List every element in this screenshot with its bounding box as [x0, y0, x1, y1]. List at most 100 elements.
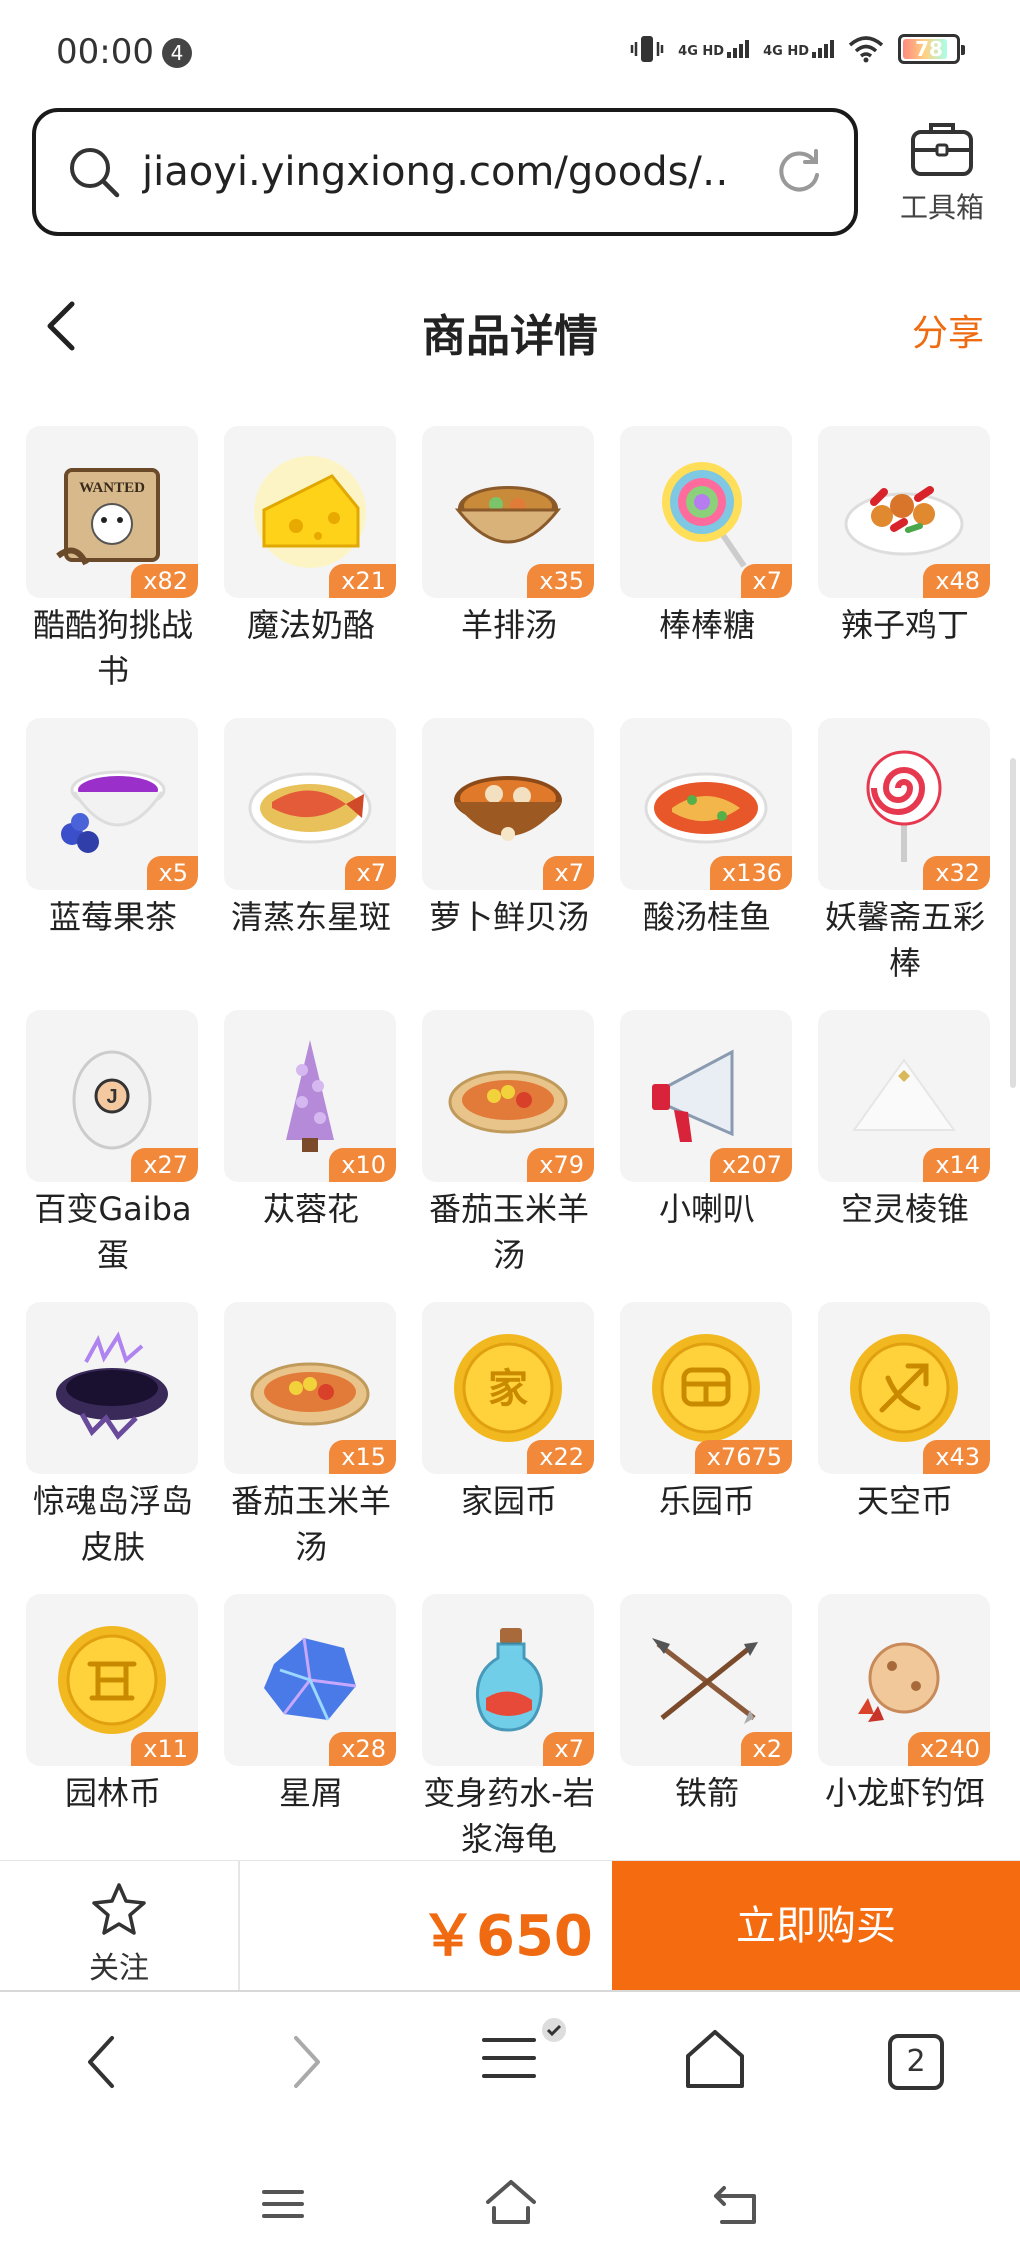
quantity-badge: x7 [542, 856, 594, 890]
item-card[interactable]: x240 小龙虾钓饵 [818, 1594, 992, 1816]
item-card[interactable]: x7 棒棒糖 [620, 426, 794, 648]
item-card[interactable]: x14 空灵棱锥 [818, 1010, 992, 1232]
item-thumbnail[interactable]: x14 [818, 1010, 990, 1182]
item-thumbnail[interactable]: x240 [818, 1594, 990, 1766]
quantity-badge: x79 [527, 1148, 594, 1182]
item-name: 铁箭 [674, 1774, 739, 1812]
item-card[interactable]: x2 铁箭 [620, 1594, 794, 1816]
quantity-badge: x27 [131, 1148, 198, 1182]
item-name: 番茄玉米羊汤 [230, 1482, 391, 1566]
system-home-icon[interactable] [484, 2178, 538, 2226]
item-card[interactable]: x7 萝卜鲜贝汤 [422, 718, 596, 940]
url-text[interactable]: jiaoyi.yingxiong.com/goods/… [142, 149, 732, 195]
item-card[interactable]: 惊魂岛浮岛皮肤 [26, 1302, 200, 1570]
vibrate-icon [630, 36, 664, 62]
item-name: 蓝莓果茶 [48, 898, 177, 936]
item-thumbnail[interactable]: x11 [26, 1594, 198, 1766]
battery-icon: 78 [898, 34, 965, 64]
item-thumbnail[interactable]: x2 [620, 1594, 792, 1766]
item-name: 天空币 [856, 1482, 953, 1520]
item-thumbnail[interactable]: x32 [818, 718, 990, 890]
quantity-badge: x207 [709, 1148, 792, 1182]
item-thumbnail[interactable]: x7675 [620, 1302, 792, 1474]
scrollbar[interactable] [1010, 758, 1016, 1088]
cheese-icon [254, 456, 366, 568]
system-back-icon[interactable] [710, 2184, 760, 2228]
item-thumbnail[interactable]: x28 [224, 1594, 396, 1766]
item-thumbnail[interactable]: x43 [818, 1302, 990, 1474]
item-card[interactable]: x15 番茄玉米羊汤 [224, 1302, 398, 1570]
item-thumbnail[interactable]: x21 [224, 426, 396, 598]
reload-icon[interactable] [774, 147, 824, 197]
item-card[interactable]: x43 天空币 [818, 1302, 992, 1524]
wanted-scroll-icon: WANTED [56, 468, 160, 566]
item-card[interactable]: x79 番茄玉米羊汤 [422, 1010, 596, 1278]
quantity-badge: x5 [146, 856, 198, 890]
toolbox-button[interactable]: 工具箱 [892, 118, 992, 226]
item-name: 家园币 [460, 1482, 557, 1520]
item-card[interactable]: x5 蓝莓果茶 [26, 718, 200, 940]
address-bar[interactable]: jiaoyi.yingxiong.com/goods/… [32, 108, 858, 236]
item-thumbnail[interactable]: x35 [422, 426, 594, 598]
iron-arrows-icon [652, 1638, 758, 1724]
item-thumbnail[interactable]: x7 [620, 426, 792, 598]
item-thumbnail[interactable]: x7 [224, 718, 396, 890]
follow-button[interactable]: 关注 [0, 1861, 240, 1991]
menu-icon[interactable] [480, 2018, 566, 2094]
item-thumbnail[interactable]: x10 [224, 1010, 396, 1182]
item-card[interactable]: 家 x22 家园币 [422, 1302, 596, 1524]
quantity-badge: x11 [131, 1732, 198, 1766]
item-card[interactable]: x7 变身药水-岩浆海龟 [422, 1594, 596, 1860]
item-thumbnail[interactable]: x79 [422, 1010, 594, 1182]
page-header: 商品详情 分享 [0, 270, 1020, 380]
item-name: 萝卜鲜贝汤 [428, 898, 589, 936]
blueberry-tea-icon [61, 770, 166, 853]
follow-label: 关注 [89, 1951, 149, 1986]
item-card[interactable]: x35 羊排汤 [422, 426, 596, 648]
item-card[interactable]: x136 酸汤桂鱼 [620, 718, 794, 940]
recent-apps-icon[interactable] [260, 2184, 306, 2224]
tomato-corn-soup-icon [448, 1070, 568, 1134]
item-thumbnail[interactable]: Jx27 [26, 1010, 198, 1182]
item-thumbnail[interactable]: WANTED x82 [26, 426, 198, 598]
browser-forward-icon[interactable] [284, 2032, 328, 2092]
item-thumbnail[interactable]: x15 [224, 1302, 396, 1474]
item-thumbnail[interactable] [26, 1302, 198, 1474]
item-thumbnail[interactable]: x7 [422, 1594, 594, 1766]
item-name: 苁蓉花 [262, 1190, 359, 1228]
item-card[interactable]: x10 苁蓉花 [224, 1010, 398, 1232]
price: ￥650 [420, 1904, 593, 1969]
item-thumbnail[interactable]: x207 [620, 1010, 792, 1182]
quantity-badge: x82 [131, 564, 198, 598]
sky-coin-icon [850, 1334, 958, 1442]
spicy-chicken-plate-icon [844, 486, 964, 556]
item-name: 百变Gaiba蛋 [34, 1190, 192, 1274]
item-card[interactable]: x21 魔法奶酪 [224, 426, 398, 648]
signal-2-icon [812, 40, 834, 58]
item-card[interactable]: x7675 乐园币 [620, 1302, 794, 1524]
page-title: 商品详情 [422, 311, 598, 362]
home-icon[interactable] [684, 2028, 746, 2090]
item-card[interactable]: x11 园林币 [26, 1594, 200, 1816]
item-thumbnail[interactable]: x48 [818, 426, 990, 598]
item-name: 园林币 [64, 1774, 161, 1812]
item-thumbnail[interactable]: x5 [26, 718, 198, 890]
item-thumbnail[interactable]: x136 [620, 718, 792, 890]
item-card[interactable]: x207 小喇叭 [620, 1010, 794, 1232]
megaphone-icon [652, 1049, 734, 1142]
item-card[interactable]: WANTED x82 酷酷狗挑战书 [26, 426, 200, 694]
item-card[interactable]: x28 星屑 [224, 1594, 398, 1816]
item-thumbnail[interactable]: 家 x22 [422, 1302, 594, 1474]
item-card[interactable]: Jx27 百变Gaiba蛋 [26, 1010, 200, 1278]
browser-back-icon[interactable] [80, 2032, 124, 2092]
item-card[interactable]: x48 辣子鸡丁 [818, 426, 992, 648]
buy-now-button[interactable]: 立即购买 [612, 1861, 1020, 1991]
item-card[interactable]: x32 妖馨斋五彩棒 [818, 718, 992, 986]
share-button[interactable]: 分享 [912, 304, 984, 356]
item-thumbnail[interactable]: x7 [422, 718, 594, 890]
star-icon [92, 1883, 146, 1935]
quantity-badge: x2 [740, 1732, 792, 1766]
item-card[interactable]: x7 清蒸东星斑 [224, 718, 398, 940]
tab-count-button[interactable]: 2 [888, 2034, 944, 2090]
network-type-1: 4G HD [678, 44, 725, 59]
